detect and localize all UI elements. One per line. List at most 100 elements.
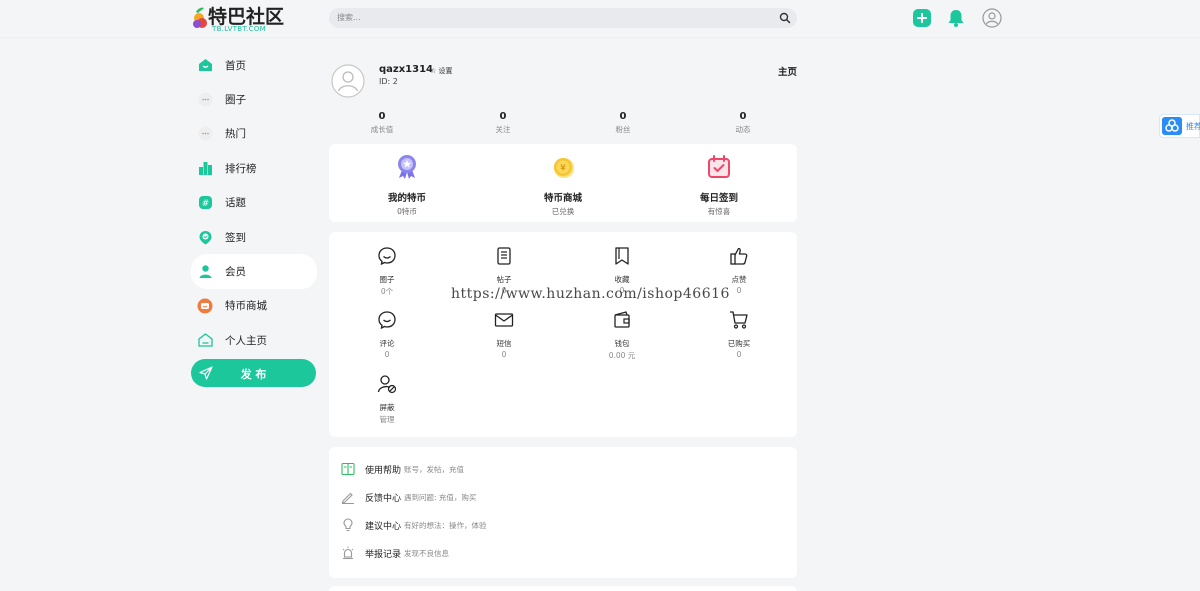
- stat-growth[interactable]: 0 成长值: [352, 111, 412, 135]
- watermark-url: https://www.huzhan.com/ishop46616: [451, 286, 730, 302]
- pen-icon: [341, 492, 354, 504]
- ranking-icon: [197, 160, 213, 176]
- grid-value: 0.00 元: [608, 351, 636, 360]
- user-id: ID: 2: [379, 77, 398, 86]
- grid-item-block[interactable]: 屏蔽 管理: [357, 374, 417, 425]
- grid-label: 圈子: [379, 275, 395, 284]
- feature-subtitle: 有惊喜: [707, 207, 731, 216]
- sidebar-item-topics[interactable]: # 话题: [191, 186, 317, 220]
- sidebar-item-label: 会员: [225, 266, 246, 279]
- help-item-feedback[interactable]: 反馈中心 遇到问题: 充值，购买: [341, 489, 476, 505]
- help-item-suggestion[interactable]: 建议中心 有好的想法：操作，体验: [341, 517, 487, 533]
- help-description: 遇到问题: 充值，购买: [404, 492, 477, 502]
- next-card-edge: [329, 586, 797, 591]
- publish-button[interactable]: 发 布: [191, 359, 316, 387]
- stat-label: 关注: [495, 125, 511, 134]
- help-card: 使用帮助 账号，发帖，充值 反馈中心 遇到问题: 充值，购买 建议中心 有好的想…: [329, 447, 797, 578]
- username: qazx1314: [379, 64, 434, 75]
- grid-item-comments[interactable]: 评论 0: [357, 310, 417, 359]
- help-description: 账号，发帖，充值: [404, 464, 465, 474]
- member-icon: [197, 264, 213, 280]
- feature-title: 我的特币: [387, 193, 426, 204]
- block-user-icon: [377, 375, 397, 394]
- ellipsis-icon: [197, 92, 213, 108]
- stat-label: 粉丝: [615, 125, 631, 134]
- homepage-link[interactable]: 主页: [778, 64, 797, 78]
- sidebar-item-ranking[interactable]: 排行榜: [191, 151, 317, 185]
- grid-item-wallet[interactable]: 钱包 0.00 元: [592, 310, 652, 361]
- avatar[interactable]: [331, 64, 365, 98]
- sidebar-item-member[interactable]: 会员: [191, 254, 317, 289]
- grid-item-messages[interactable]: 短信 0: [474, 310, 534, 359]
- feature-card: 我的特币 0特币 ¥ 特币商城 已兑换 每日签到 有惊喜: [329, 144, 797, 222]
- mail-icon: [494, 313, 514, 327]
- grid-label: 屏蔽: [379, 403, 395, 412]
- sidebar-item-shop[interactable]: 特币商城: [191, 289, 317, 323]
- sidebar-item-home[interactable]: 首页: [191, 48, 317, 82]
- stat-posts[interactable]: 0 动态: [713, 111, 773, 135]
- grid-value: 0: [736, 350, 742, 359]
- comment-icon: [378, 311, 396, 330]
- grid-value: 0: [384, 350, 390, 359]
- cart-icon: [730, 311, 748, 329]
- feature-daily-checkin[interactable]: 每日签到 有惊喜: [669, 154, 769, 217]
- calendar-check-icon: [708, 155, 730, 178]
- user-icon[interactable]: [982, 8, 1002, 28]
- help-description: 发现不良信息: [404, 548, 450, 558]
- grid-value: 管理: [379, 415, 395, 424]
- feature-my-coins[interactable]: 我的特币 0特币: [357, 154, 457, 217]
- stat-followers[interactable]: 0 粉丝: [593, 111, 653, 135]
- grid-item-circles[interactable]: 圈子 0个: [357, 246, 417, 297]
- sidebar-item-hot[interactable]: 热门: [191, 117, 317, 151]
- coin-icon: ¥: [554, 158, 574, 178]
- checkin-icon: [197, 229, 213, 245]
- svg-text:¥: ¥: [560, 164, 566, 174]
- ellipsis-icon: [197, 126, 213, 142]
- sidebar-item-label: 特币商城: [225, 300, 267, 313]
- search-input[interactable]: 搜索...: [329, 8, 797, 28]
- help-description: 有好的想法：操作，体验: [404, 520, 487, 530]
- sidebar-item-profile[interactable]: 个人主页: [191, 323, 317, 357]
- bookmark-icon: [615, 247, 629, 265]
- site-logo[interactable]: 特巴社区 TB.LVTBT.COM: [192, 2, 284, 36]
- grid-label: 收藏: [614, 275, 630, 284]
- search-icon[interactable]: [779, 12, 791, 24]
- bell-icon[interactable]: [946, 8, 966, 28]
- sidebar-item-label: 热门: [225, 128, 246, 141]
- help-title: 反馈中心: [365, 493, 402, 504]
- settings-link[interactable]: ☆ 设置: [430, 66, 453, 76]
- stat-following[interactable]: 0 关注: [473, 111, 533, 135]
- search-placeholder: 搜索...: [337, 13, 361, 22]
- grid-label: 帖子: [496, 275, 512, 284]
- help-title: 建议中心: [365, 521, 402, 532]
- sidebar-item-label: 排行榜: [225, 162, 257, 175]
- sidebar-item-label: 圈子: [225, 94, 246, 107]
- plus-icon[interactable]: [912, 8, 932, 28]
- bulb-icon: [343, 518, 353, 531]
- circle-chat-icon: [378, 247, 396, 266]
- shortcut-grid-card: 圈子 0个 帖子 0 收藏 0 点赞 0 评论 0 短信 0 钱包 0.00 元…: [329, 232, 797, 437]
- hashtag-icon: #: [197, 195, 213, 211]
- grid-item-purchased[interactable]: 已购买 0: [709, 310, 769, 359]
- grid-label: 点赞: [731, 275, 747, 284]
- sidebar-item-circles[interactable]: 圈子: [191, 82, 317, 116]
- floating-recommend-button[interactable]: 推荐: [1159, 114, 1200, 138]
- help-item-report[interactable]: 举报记录 发现不良信息: [341, 545, 449, 561]
- stat-value: 0: [499, 111, 507, 122]
- feature-coin-shop[interactable]: ¥ 特币商城 已兑换: [513, 154, 613, 217]
- help-item-usage[interactable]: 使用帮助 账号，发帖，充值: [341, 461, 464, 477]
- sidebar-item-checkin[interactable]: 签到: [191, 220, 317, 254]
- floating-button-label: 推荐: [1186, 122, 1200, 131]
- medal-icon: [398, 155, 416, 179]
- feature-title: 特币商城: [543, 193, 582, 204]
- shop-icon: [197, 298, 213, 314]
- sidebar-item-label: 个人主页: [225, 334, 267, 347]
- grid-label: 评论: [379, 339, 395, 348]
- home-icon: [197, 57, 213, 73]
- alarm-icon: [342, 546, 354, 560]
- publish-label: 发 布: [240, 368, 267, 381]
- sidebar-nav: 首页 圈子 热门 排行榜 # 话题 签到 会员 特币商城 个人主页: [191, 48, 317, 358]
- sidebar-item-label: 签到: [225, 231, 246, 244]
- stat-value: 0: [739, 111, 747, 122]
- sidebar-item-label: 话题: [225, 197, 246, 210]
